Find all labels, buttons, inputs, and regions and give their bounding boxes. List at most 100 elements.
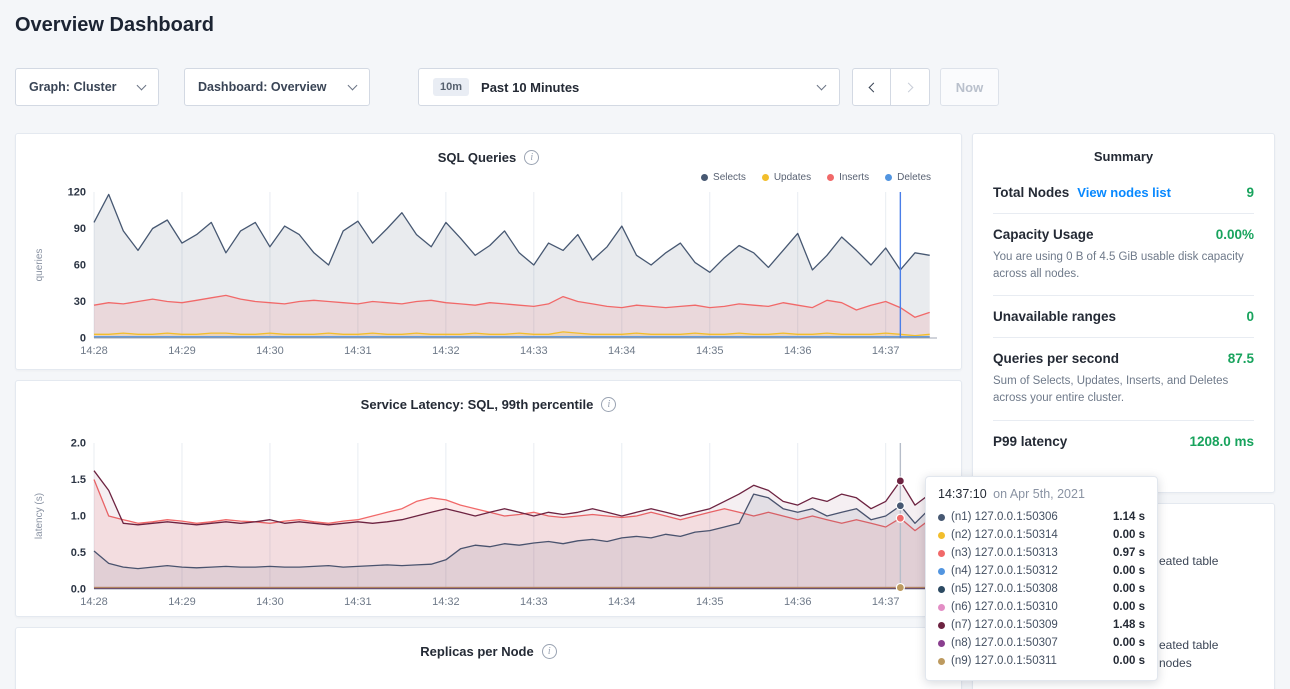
time-next-button[interactable] <box>891 68 930 106</box>
tooltip-header: 14:37:10 on Apr 5th, 2021 <box>938 487 1145 501</box>
summary-value: 1208.0 ms <box>1189 434 1254 449</box>
time-range-label: Past 10 Minutes <box>481 80 579 95</box>
svg-text:14:31: 14:31 <box>344 596 372 608</box>
chart-tooltip: 14:37:10 on Apr 5th, 2021 (n1) 127.0.0.1… <box>925 476 1158 681</box>
chevron-down-icon <box>817 80 827 90</box>
summary-row-unavailable-ranges: Unavailable ranges 0 <box>993 296 1254 338</box>
time-nav-group <box>852 68 930 106</box>
chevron-right-icon <box>904 82 914 92</box>
tooltip-node-label: (n1) 127.0.0.1:50306 <box>951 511 1058 523</box>
svg-text:14:32: 14:32 <box>432 596 460 608</box>
summary-description: Sum of Selects, Updates, Inserts, and De… <box>993 373 1254 406</box>
tooltip-node-label: (n8) 127.0.0.1:50307 <box>951 637 1058 649</box>
view-nodes-list-link[interactable]: View nodes list <box>1077 185 1171 200</box>
chevron-down-icon <box>348 80 358 90</box>
svg-text:14:34: 14:34 <box>608 345 636 357</box>
svg-text:0.5: 0.5 <box>71 547 86 559</box>
svg-text:14:35: 14:35 <box>696 596 724 608</box>
svg-text:14:35: 14:35 <box>696 345 724 357</box>
time-range-badge: 10m <box>433 78 469 96</box>
dashboard-selector[interactable]: Dashboard: Overview <box>184 68 370 106</box>
tooltip-row: (n3) 127.0.0.1:50313 0.97 s <box>938 544 1145 562</box>
tooltip-node-label: (n9) 127.0.0.1:50311 <box>951 655 1057 667</box>
legend-item[interactable]: Deletes <box>885 170 931 184</box>
svg-text:0.0: 0.0 <box>71 584 86 596</box>
summary-row-queries-per-second: Queries per second 87.5 Sum of Selects, … <box>993 338 1254 420</box>
svg-text:1.0: 1.0 <box>71 511 86 523</box>
summary-label: Unavailable ranges <box>993 309 1116 324</box>
latency-chart[interactable]: 14:2814:2914:3014:3114:3214:3314:3414:35… <box>16 435 963 615</box>
summary-row-p99-latency: P99 latency 1208.0 ms <box>993 421 1254 462</box>
tooltip-node-value: 0.00 s <box>1113 655 1145 667</box>
tooltip-row: (n7) 127.0.0.1:50309 1.48 s <box>938 616 1145 634</box>
node-color-dot-icon <box>938 622 945 629</box>
chevron-down-icon <box>137 80 147 90</box>
sql-queries-chart[interactable]: 14:2814:2914:3014:3114:3214:3314:3414:35… <box>16 184 963 364</box>
summary-value: 0.00% <box>1216 227 1254 242</box>
tooltip-node-value: 1.14 s <box>1113 511 1145 523</box>
svg-text:14:37: 14:37 <box>872 345 900 357</box>
legend-dot-icon <box>701 174 708 181</box>
legend-item[interactable]: Updates <box>762 170 811 184</box>
svg-text:14:37: 14:37 <box>872 596 900 608</box>
legend-item[interactable]: Inserts <box>827 170 869 184</box>
tooltip-node-value: 0.97 s <box>1113 547 1145 559</box>
chart-title: SQL Queries <box>438 150 517 165</box>
svg-text:14:36: 14:36 <box>784 345 812 357</box>
tooltip-row: (n9) 127.0.0.1:50311 0.00 s <box>938 652 1145 670</box>
event-item[interactable]: eated table <box>1159 554 1218 568</box>
node-color-dot-icon <box>938 604 945 611</box>
tooltip-node-label: (n4) 127.0.0.1:50312 <box>951 565 1058 577</box>
node-color-dot-icon <box>938 568 945 575</box>
page-title: Overview Dashboard <box>15 14 214 37</box>
node-color-dot-icon <box>938 550 945 557</box>
svg-text:queries: queries <box>34 249 45 282</box>
time-range-picker[interactable]: 10m Past 10 Minutes <box>418 68 840 106</box>
svg-text:14:32: 14:32 <box>432 345 460 357</box>
graph-selector[interactable]: Graph: Cluster <box>15 68 159 106</box>
svg-text:14:30: 14:30 <box>256 596 284 608</box>
summary-value: 0 <box>1246 309 1254 324</box>
svg-text:14:28: 14:28 <box>80 345 108 357</box>
svg-text:1.5: 1.5 <box>71 474 86 486</box>
tooltip-row: (n8) 127.0.0.1:503070.00 s <box>938 634 1145 652</box>
info-icon[interactable]: i <box>542 644 557 659</box>
summary-row-capacity-usage: Capacity Usage 0.00% You are using 0 B o… <box>993 214 1254 296</box>
chart-title-row: Replicas per Node i <box>16 628 961 660</box>
node-color-dot-icon <box>938 586 945 593</box>
event-item[interactable]: nodes <box>1159 656 1192 670</box>
summary-label: Queries per second <box>993 351 1119 366</box>
summary-panel: Summary Total Nodes View nodes list 9 Ca… <box>972 133 1275 493</box>
svg-text:90: 90 <box>74 223 86 235</box>
time-prev-button[interactable] <box>852 68 891 106</box>
summary-heading: Summary <box>993 149 1254 172</box>
legend-label: Updates <box>774 172 811 183</box>
chart-title: Service Latency: SQL, 99th percentile <box>361 397 594 412</box>
svg-text:120: 120 <box>68 187 86 199</box>
time-now-button[interactable]: Now <box>940 68 999 106</box>
tooltip-node-value: 0.00 s <box>1113 601 1145 613</box>
info-icon[interactable]: i <box>524 150 539 165</box>
tooltip-node-label: (n7) 127.0.0.1:50309 <box>951 619 1058 631</box>
latency-chart-card: Service Latency: SQL, 99th percentile i … <box>15 380 962 617</box>
chart-title: Replicas per Node <box>420 644 533 659</box>
tooltip-node-value: 1.48 s <box>1113 619 1145 631</box>
chart-title-row: SQL Queries i <box>16 134 961 166</box>
svg-text:0: 0 <box>80 333 86 345</box>
tooltip-node-value: 0.00 s <box>1113 529 1145 541</box>
summary-label: Capacity Usage <box>993 227 1094 242</box>
tooltip-node-label: (n2) 127.0.0.1:50314 <box>951 529 1058 541</box>
node-color-dot-icon <box>938 532 945 539</box>
chevron-left-icon <box>868 82 878 92</box>
tooltip-time: 14:37:10 <box>938 487 987 501</box>
tooltip-node-label: (n3) 127.0.0.1:50313 <box>951 547 1058 559</box>
chart-legend: Selects Updates Inserts Deletes <box>16 166 961 184</box>
legend-item[interactable]: Selects <box>701 170 746 184</box>
legend-label: Inserts <box>839 172 869 183</box>
summary-description: You are using 0 B of 4.5 GiB usable disk… <box>993 249 1254 282</box>
svg-text:60: 60 <box>74 260 86 272</box>
summary-label: P99 latency <box>993 434 1067 449</box>
summary-row-total-nodes: Total Nodes View nodes list 9 <box>993 172 1254 214</box>
info-icon[interactable]: i <box>601 397 616 412</box>
event-item[interactable]: eated table <box>1159 638 1218 652</box>
